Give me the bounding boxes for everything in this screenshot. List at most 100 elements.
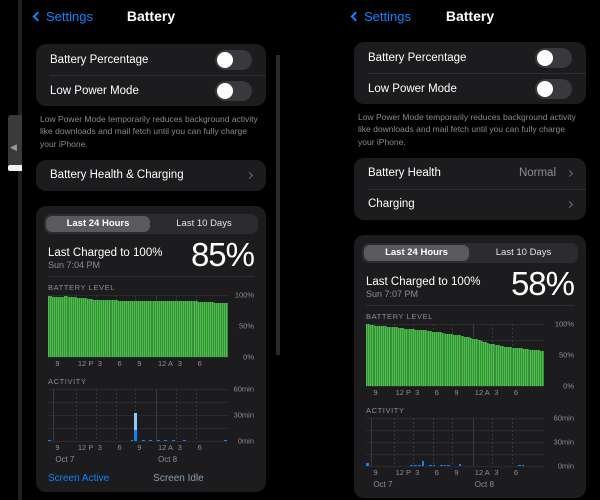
chart-bar — [540, 418, 543, 466]
right-seg-last-24-hours[interactable]: Last 24 Hours — [364, 244, 469, 261]
chart-xtick-label: 3 — [97, 443, 102, 453]
chart-bar — [403, 418, 406, 466]
chart-bar — [156, 389, 160, 442]
left-seg-last-10-days[interactable]: Last 10 Days — [152, 216, 256, 232]
chart-bar — [82, 389, 85, 441]
right-charging-label: Charging — [368, 198, 415, 211]
chart-bar-segment — [521, 464, 525, 467]
left-footnote: Low Power Mode temporarily reduces backg… — [40, 114, 258, 149]
chart-bar — [407, 418, 410, 466]
right-battery-level-chart: 100% 50% 0% 9 12 P 3 6 9 12 A36 — [354, 320, 586, 400]
right-seg-last-10-days[interactable]: Last 10 Days — [471, 245, 576, 261]
low-power-mode-toggle[interactable] — [215, 80, 252, 101]
chevron-right-icon — [565, 169, 574, 177]
chart-xtick-label: 3 — [494, 388, 499, 398]
chart-bar — [183, 389, 186, 442]
chart-bar — [514, 418, 517, 466]
left-range-segmented-control[interactable]: Last 24 Hours Last 10 Days — [44, 213, 258, 234]
battery-percentage-toggle[interactable] — [215, 49, 252, 70]
chart-bar-segment — [421, 460, 425, 467]
chart-bar — [477, 418, 480, 466]
left-battery-xaxis: 9 12 P 3 6 9 12 A36 — [48, 359, 228, 371]
right-charged-title: Last Charged to 100% — [366, 276, 481, 289]
battery-percentage-toggle[interactable] — [535, 47, 572, 68]
chart-bar — [492, 418, 495, 466]
right-range-segmented-control[interactable]: Last 24 Hours Last 10 Days — [362, 242, 578, 263]
chart-bar — [425, 418, 428, 466]
left-activity-xaxis: 9 12 P 3 6 9 12 A36 — [48, 443, 228, 455]
right-page-title: Battery — [445, 8, 495, 24]
chart-gridline — [366, 466, 544, 468]
chart-bar — [470, 418, 473, 466]
chart-xtick-label: 9 — [373, 388, 378, 398]
left-activity-label: ACTIVITY — [48, 377, 87, 387]
left-seg-last-24-hours[interactable]: Last 24 Hours — [46, 215, 150, 232]
right-activity-xaxis: 9 12 P 3 6 9 12 A36 — [366, 468, 544, 480]
chart-bar-segment — [171, 439, 175, 442]
left-battery-level-label: BATTERY LEVEL — [48, 283, 115, 293]
chart-xtick-label: 12 P — [395, 388, 412, 398]
right-usage-card: Last 24 Hours Last 10 Days Last Charged … — [354, 234, 586, 499]
chart-bar — [187, 389, 190, 441]
left-activity-chart: 60min 30min 0min 9 12 P 3 6 9 12 A36 Oct 7 Oct 8 — [36, 385, 266, 467]
chart-bar — [428, 418, 432, 467]
chart-bar — [455, 418, 458, 466]
chart-xtick-label: 9 — [454, 388, 459, 398]
right-row-low-power-mode[interactable]: Low Power Mode — [354, 73, 586, 104]
chart-bar — [89, 389, 92, 441]
chart-bar — [536, 418, 539, 466]
chart-bar — [194, 389, 197, 441]
chart-bar-segment — [428, 464, 432, 467]
chart-bar-segment — [366, 463, 369, 467]
toggle-knob — [217, 51, 233, 68]
chart-ytick-label: 50% — [238, 321, 254, 331]
chart-bar — [473, 418, 476, 466]
low-power-mode-toggle[interactable] — [535, 78, 572, 99]
chart-bar — [130, 389, 134, 442]
left-legend: Screen Active Screen Idle — [36, 467, 266, 486]
left-activity-plot — [48, 389, 228, 443]
chart-bar — [78, 389, 81, 441]
chart-bar — [529, 418, 532, 466]
chart-bar-segment — [183, 439, 186, 442]
chart-bar — [63, 389, 66, 441]
chart-bar — [176, 389, 179, 441]
chart-bar — [451, 418, 454, 466]
chart-bar — [521, 418, 525, 467]
toggle-knob — [537, 80, 553, 97]
chart-bars — [366, 324, 544, 387]
chart-bar-segment — [414, 464, 417, 467]
chart-bar — [485, 418, 488, 466]
chart-bar — [198, 389, 201, 441]
chart-xtick-label: 6 — [434, 468, 439, 478]
screenshot-stage: ◀ Settings Battery Battery Percentage Lo… — [0, 0, 600, 500]
right-activity-day-labels: Oct 7 Oct 8 — [366, 480, 544, 492]
right-row-battery-percentage[interactable]: Battery Percentage — [354, 42, 586, 73]
left-row-low-power-mode[interactable]: Low Power Mode — [36, 75, 266, 106]
toggle-knob — [217, 82, 233, 99]
chart-bar — [206, 389, 209, 441]
toggle-knob — [537, 49, 553, 66]
volume-button[interactable] — [8, 115, 22, 167]
chart-bar — [466, 418, 469, 466]
chart-day-label: Oct 7 — [373, 480, 393, 490]
left-battery-plot — [48, 295, 228, 359]
chart-xtick-label: 6 — [513, 468, 519, 478]
chart-bar — [410, 418, 414, 467]
chart-bar — [221, 389, 224, 441]
left-row-accessory — [245, 171, 254, 179]
left-row-battery-health-charging[interactable]: Battery Health & Charging — [36, 160, 266, 191]
right-row-battery-health[interactable]: Battery Health Normal — [354, 158, 586, 189]
right-battery-level-label: BATTERY LEVEL — [366, 312, 433, 322]
chart-bar — [86, 389, 89, 441]
chart-bar — [541, 350, 544, 387]
chart-bar — [119, 389, 122, 441]
chart-bar — [481, 418, 484, 466]
right-row-charging[interactable]: Charging — [354, 188, 586, 220]
left-navbar: Settings Battery — [22, 0, 280, 34]
chart-bar — [134, 389, 137, 442]
chart-bar — [225, 302, 228, 358]
left-row-battery-percentage[interactable]: Battery Percentage — [36, 44, 266, 75]
chart-bar — [370, 418, 373, 466]
chart-bar-segment — [134, 412, 137, 431]
